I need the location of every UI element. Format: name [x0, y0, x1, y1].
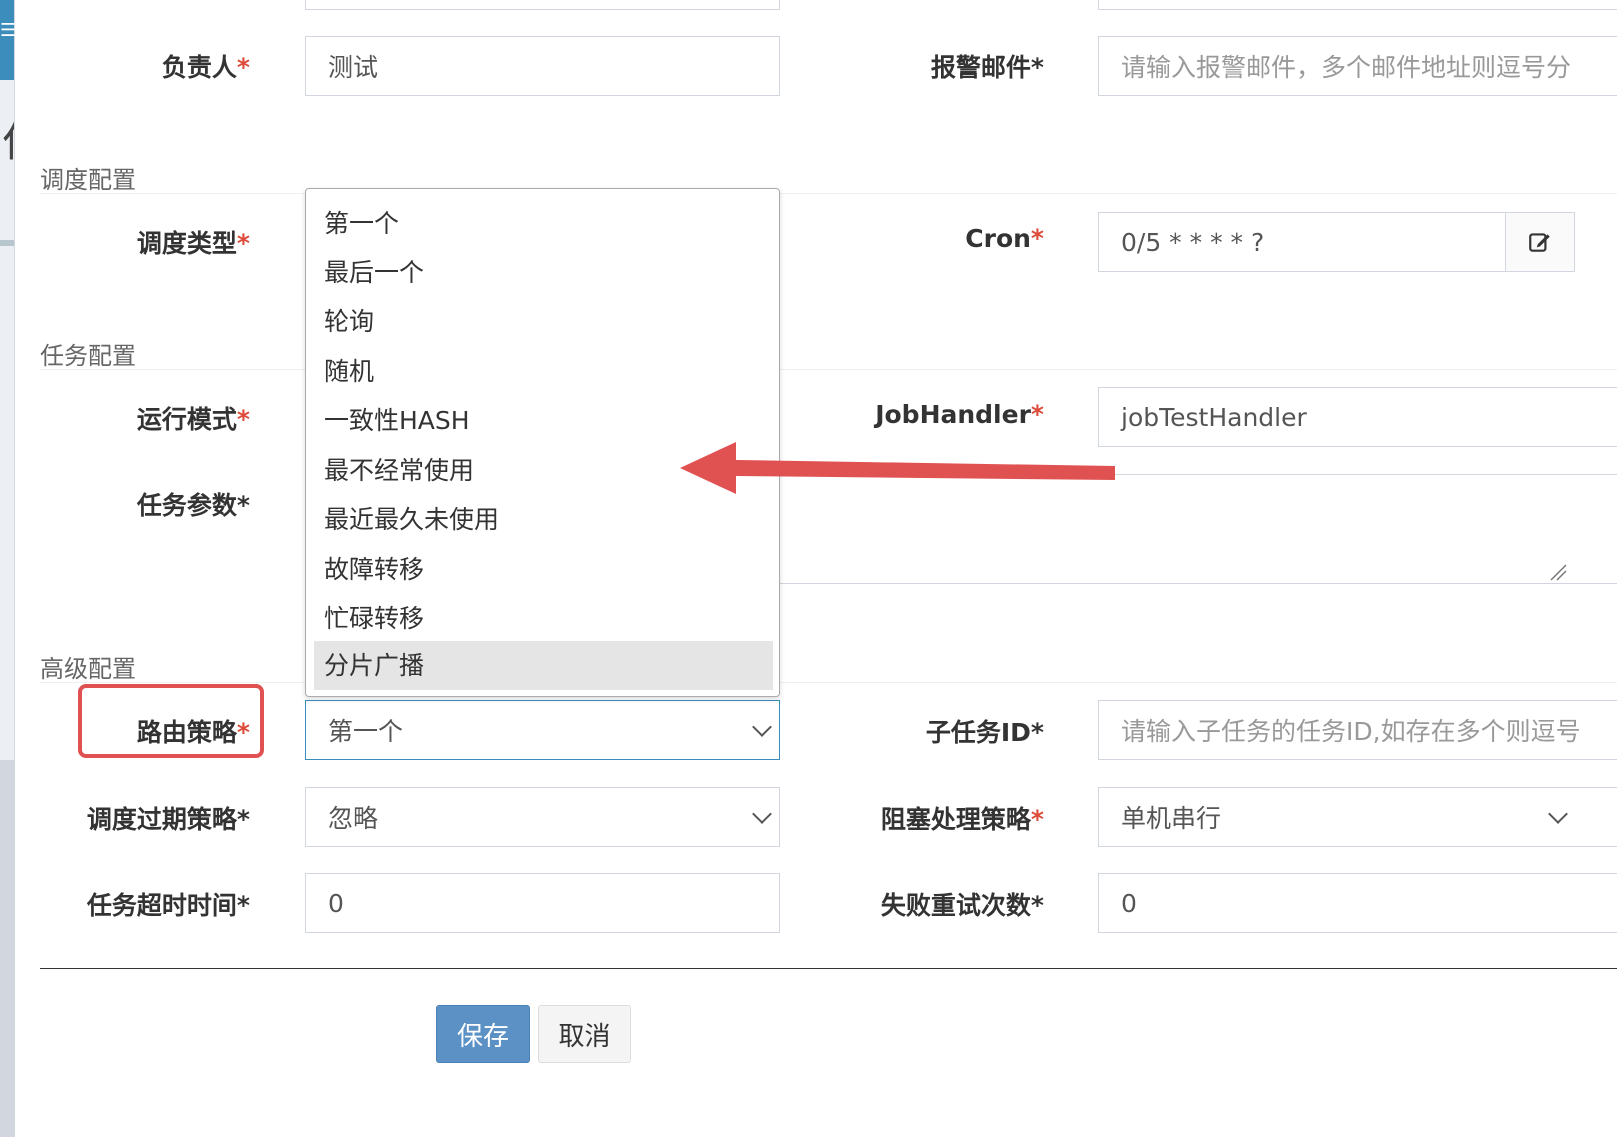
alarm-email-label: 报警邮件*	[930, 53, 1044, 82]
page-title-fragment: 仁	[2, 108, 14, 169]
partial-input-top-left[interactable]	[305, 0, 780, 10]
hamburger-icon[interactable]: ☰	[0, 22, 16, 40]
job-handler-label: JobHandler*	[875, 400, 1044, 429]
job-handler-input[interactable]: jobTestHandler	[1098, 387, 1617, 447]
misfire-label: 调度过期策略*	[86, 805, 250, 834]
annotation-highlight-box	[78, 684, 264, 758]
annotation-arrow-icon	[680, 442, 1115, 494]
run-mode-label: 运行模式*	[136, 405, 250, 434]
cancel-button[interactable]: 取消	[538, 1005, 631, 1063]
sidebar-lower	[0, 760, 14, 1137]
child-job-label: 子任务ID*	[925, 718, 1044, 747]
sidebar-divider	[0, 240, 14, 246]
resize-grip-icon[interactable]	[1549, 563, 1567, 581]
sidebar-strip: ☰	[0, 0, 16, 1137]
timeout-input[interactable]: 0	[305, 873, 780, 933]
section-advanced-title: 高级配置	[40, 655, 136, 683]
owner-input[interactable]: 测试	[305, 36, 780, 96]
schedule-type-label: 调度类型*	[136, 229, 250, 258]
cron-label: Cron*	[965, 224, 1044, 253]
footer-divider	[40, 968, 1617, 969]
edit-icon	[1529, 233, 1550, 252]
retry-input[interactable]: 0	[1098, 873, 1617, 933]
section-advanced-divider	[40, 682, 1617, 683]
block-strategy-value: 单机串行	[1121, 804, 1222, 833]
section-task-title: 任务配置	[40, 342, 136, 370]
cron-edit-button[interactable]	[1505, 212, 1575, 272]
child-job-input[interactable]: 请输入子任务的任务ID,如存在多个则逗号	[1098, 700, 1617, 760]
section-task-divider	[40, 369, 1617, 370]
timeout-label: 任务超时时间*	[86, 891, 250, 920]
dropdown-option[interactable]: 忙碌转移	[314, 594, 773, 643]
partial-input-top-right[interactable]	[1098, 0, 1617, 10]
block-strategy-select[interactable]: 单机串行	[1098, 787, 1617, 847]
section-schedule-title: 调度配置	[40, 166, 136, 194]
block-strategy-label: 阻塞处理策略*	[880, 805, 1044, 834]
header-bar: ☰	[0, 0, 16, 80]
chevron-down-icon	[1548, 804, 1568, 824]
chevron-down-icon	[752, 717, 772, 737]
alarm-email-input[interactable]: 请输入报警邮件，多个邮件地址则逗号分	[1098, 36, 1617, 96]
dropdown-option[interactable]: 随机	[314, 347, 773, 396]
owner-label: 负责人*	[161, 53, 250, 82]
dropdown-option-highlighted[interactable]: 分片广播	[314, 641, 773, 690]
dropdown-option[interactable]: 最后一个	[314, 248, 773, 297]
misfire-select[interactable]: 忽略	[305, 787, 780, 847]
route-strategy-value: 第一个	[328, 717, 404, 746]
retry-label: 失败重试次数*	[880, 891, 1044, 920]
chevron-down-icon	[752, 804, 772, 824]
cron-input[interactable]: 0/5 * * * * ?	[1098, 212, 1506, 272]
dropdown-option[interactable]: 第一个	[314, 199, 773, 248]
save-button[interactable]: 保存	[436, 1005, 530, 1063]
section-schedule-divider	[40, 193, 1617, 194]
dropdown-option[interactable]: 轮询	[314, 297, 773, 346]
misfire-value: 忽略	[328, 804, 379, 833]
job-param-label: 任务参数*	[136, 491, 250, 520]
dropdown-option[interactable]: 故障转移	[314, 545, 773, 594]
route-strategy-select[interactable]: 第一个	[305, 700, 780, 760]
